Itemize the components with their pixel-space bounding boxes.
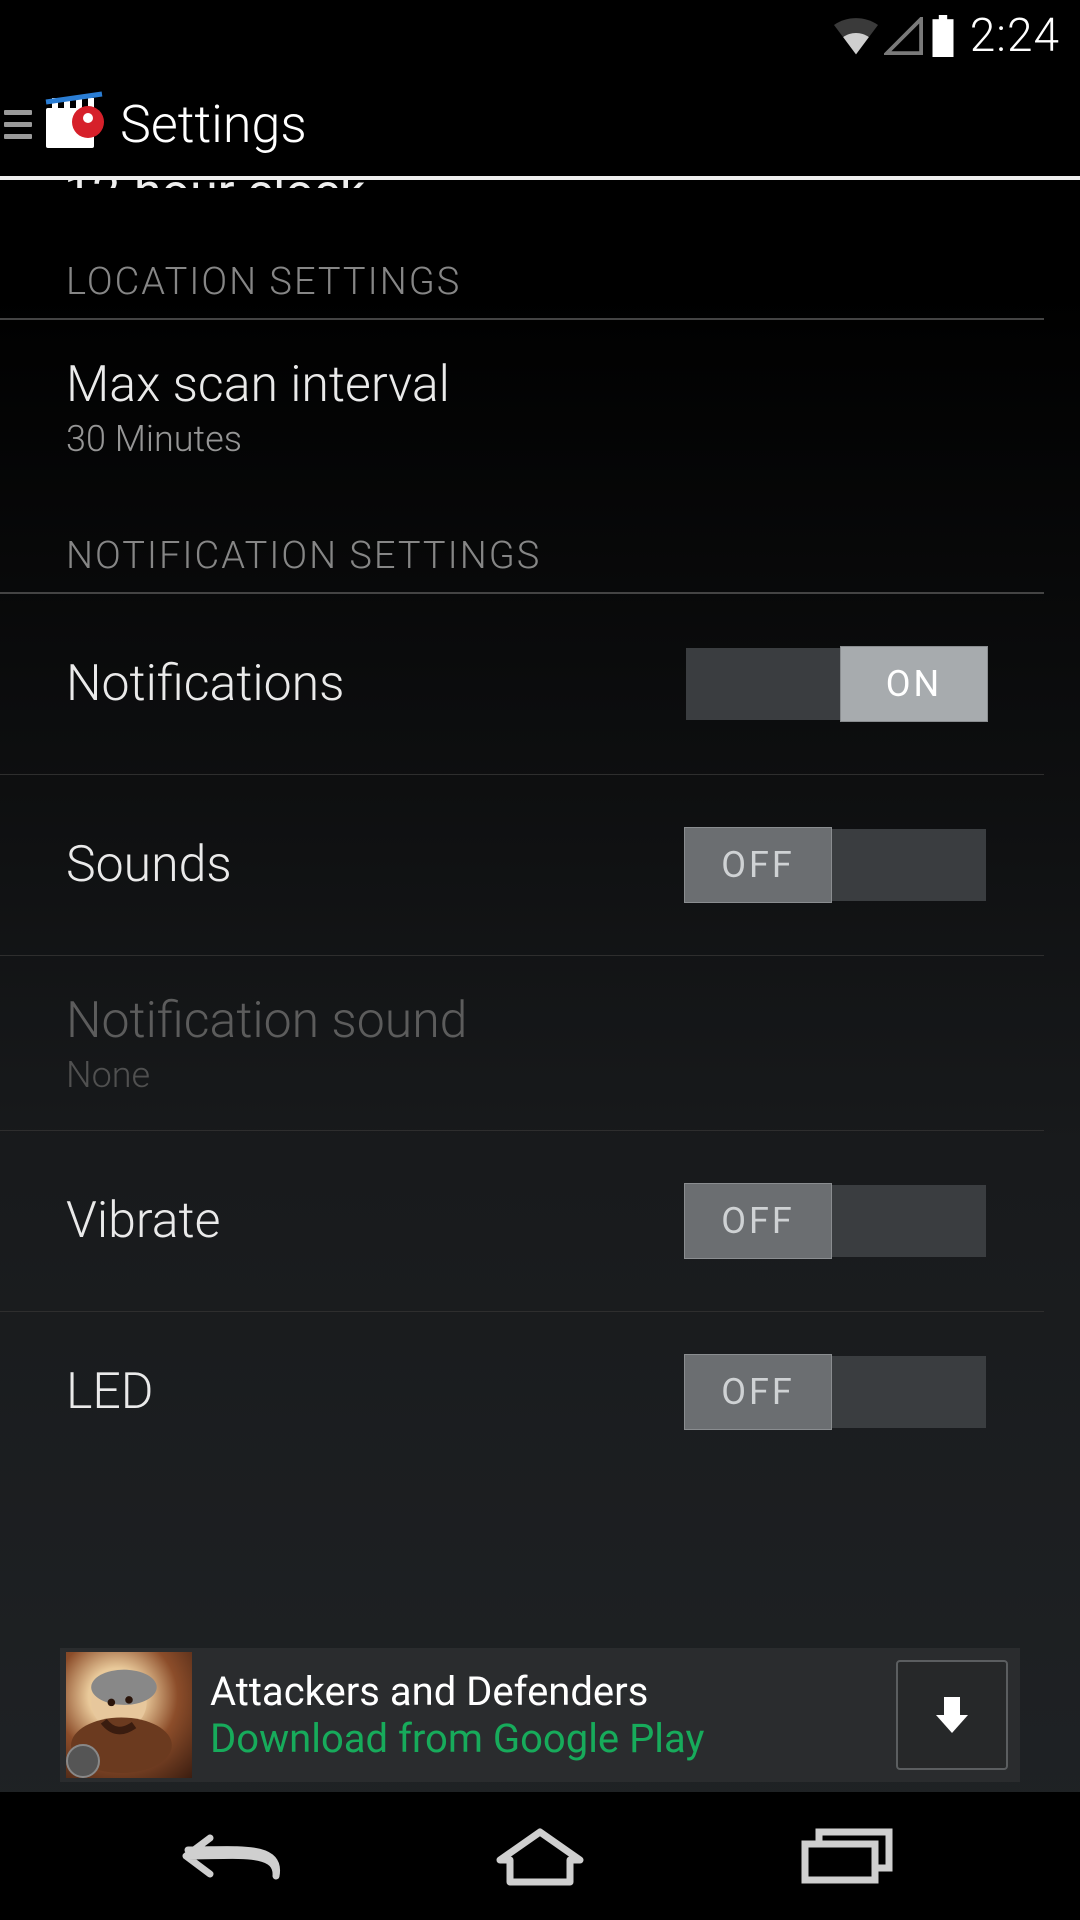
led-toggle[interactable]: OFF	[686, 1356, 986, 1428]
status-clock: 2:24	[970, 9, 1060, 63]
menu-icon[interactable]	[4, 110, 32, 139]
vibrate-toggle[interactable]: OFF	[686, 1185, 986, 1257]
setting-notification-sound: Notification sound None	[0, 956, 1044, 1131]
notifications-toggle[interactable]: ON	[686, 648, 986, 720]
setting-title: Notifications	[66, 655, 686, 713]
setting-notifications[interactable]: Notifications ON	[0, 594, 1044, 775]
back-button[interactable]	[173, 1820, 293, 1892]
section-location-header: LOCATION SETTINGS	[0, 204, 1044, 320]
settings-content: 12-hour clock LOCATION SETTINGS Max scan…	[0, 180, 1080, 1792]
toggle-knob: OFF	[684, 1354, 832, 1430]
cell-signal-icon	[884, 17, 924, 55]
ad-image	[66, 1652, 192, 1778]
recents-button[interactable]	[787, 1820, 907, 1892]
setting-title: Sounds	[66, 836, 686, 894]
toggle-knob: OFF	[684, 827, 832, 903]
app-icon[interactable]	[38, 88, 110, 160]
cutoff-row: 12-hour clock	[0, 180, 1080, 188]
toggle-knob: ON	[840, 646, 988, 722]
setting-title: Vibrate	[66, 1192, 686, 1250]
action-bar: Settings	[0, 72, 1080, 180]
ad-subtitle: Download from Google Play	[210, 1715, 878, 1762]
setting-value: None	[66, 1054, 996, 1096]
navigation-bar	[0, 1792, 1080, 1920]
ad-info-icon	[66, 1744, 100, 1778]
setting-title: Notification sound	[66, 992, 996, 1050]
home-button[interactable]	[480, 1820, 600, 1892]
battery-icon	[930, 15, 956, 57]
sounds-toggle[interactable]: OFF	[686, 829, 986, 901]
setting-led[interactable]: LED OFF	[0, 1312, 1044, 1452]
setting-max-scan-interval[interactable]: Max scan interval 30 Minutes	[0, 320, 1044, 494]
page-title: Settings	[120, 94, 307, 155]
ad-title: Attackers and Defenders	[210, 1668, 878, 1715]
section-notification-header: NOTIFICATION SETTINGS	[0, 494, 1044, 594]
setting-vibrate[interactable]: Vibrate OFF	[0, 1131, 1044, 1312]
status-bar: 2:24	[0, 0, 1080, 72]
setting-title: Max scan interval	[66, 356, 996, 414]
ad-download-button[interactable]	[896, 1660, 1008, 1770]
download-icon	[928, 1691, 976, 1739]
ad-banner[interactable]: Attackers and Defenders Download from Go…	[60, 1648, 1020, 1782]
wifi-icon	[834, 17, 878, 55]
setting-title: LED	[66, 1363, 686, 1421]
setting-sounds[interactable]: Sounds OFF	[0, 775, 1044, 956]
setting-value: 30 Minutes	[66, 418, 996, 460]
toggle-knob: OFF	[684, 1183, 832, 1259]
